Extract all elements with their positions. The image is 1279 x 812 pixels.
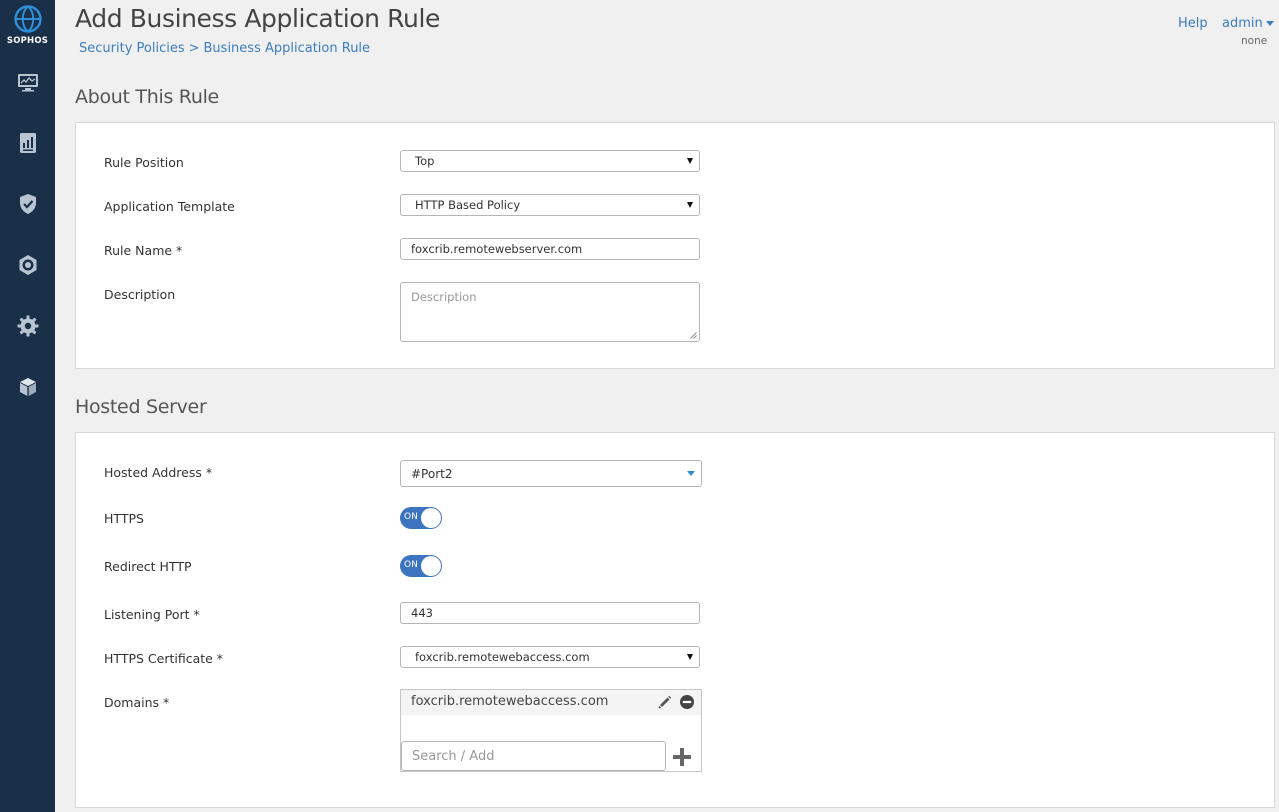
hosted-address-label: Hosted Address *	[104, 465, 213, 480]
https-toggle[interactable]: ON	[400, 507, 442, 529]
user-subtitle: none	[1241, 35, 1268, 47]
rule-position-value: Top	[415, 154, 435, 168]
domains-label: Domains *	[104, 695, 170, 710]
listening-port-label: Listening Port *	[104, 607, 200, 622]
shield-check-icon	[19, 194, 36, 214]
monitor-icon	[17, 74, 38, 92]
user-menu[interactable]: admin	[1222, 16, 1274, 31]
domain-entry: foxcrib.remotewebaccess.com	[401, 690, 701, 715]
https-label: HTTPS	[104, 511, 144, 526]
sidebar-item-packages[interactable]	[0, 367, 55, 407]
rule-position-select[interactable]: Top	[400, 150, 700, 172]
dropdown-arrow-icon	[687, 471, 695, 476]
domain-entry-text: foxcrib.remotewebaccess.com	[411, 694, 609, 709]
user-name: admin	[1222, 16, 1263, 31]
sophos-logo-icon	[13, 5, 42, 33]
sidebar: SOPHOS	[0, 0, 55, 812]
listening-port-value: 443	[411, 606, 433, 620]
resize-grip-icon[interactable]	[690, 332, 697, 339]
about-rule-panel: Rule Position Top Application Template H…	[75, 122, 1275, 369]
pencil-icon[interactable]	[657, 694, 673, 710]
redirect-http-toggle-state: ON	[404, 560, 418, 570]
hosted-address-value: #Port2	[411, 467, 453, 481]
breadcrumb-current[interactable]: Business Application Rule	[204, 41, 371, 56]
application-template-select[interactable]: HTTP Based Policy	[400, 194, 700, 216]
description-label: Description	[104, 287, 176, 302]
sidebar-item-monitor[interactable]	[0, 62, 55, 102]
redirect-http-label: Redirect HTTP	[104, 559, 192, 574]
dropdown-arrow-icon	[687, 158, 693, 164]
sidebar-item-system[interactable]	[0, 306, 55, 346]
section-title-about: About This Rule	[75, 86, 219, 108]
sidebar-item-protect[interactable]	[0, 184, 55, 224]
sidebar-item-configure[interactable]	[0, 245, 55, 285]
sidebar-item-reports[interactable]	[0, 123, 55, 163]
https-certificate-select[interactable]: foxcrib.remotewebaccess.com	[400, 646, 700, 668]
https-certificate-label: HTTPS Certificate *	[104, 651, 224, 666]
toggle-knob	[421, 508, 441, 528]
application-template-value: HTTP Based Policy	[415, 198, 521, 212]
toggle-knob	[421, 556, 441, 576]
reports-icon	[19, 133, 36, 153]
rule-name-value: foxcrib.remotewebserver.com	[411, 242, 583, 256]
remove-icon[interactable]	[679, 694, 695, 710]
hosted-address-select[interactable]: #Port2	[400, 460, 702, 487]
cube-icon	[19, 378, 36, 396]
domain-search-input[interactable]	[401, 741, 666, 771]
page-title: Add Business Application Rule	[75, 4, 440, 33]
https-toggle-state: ON	[404, 512, 418, 522]
brand[interactable]: SOPHOS	[0, 4, 55, 46]
rule-position-label: Rule Position	[104, 155, 184, 170]
section-title-hosted: Hosted Server	[75, 396, 207, 418]
gear-icon	[17, 315, 38, 337]
application-template-label: Application Template	[104, 199, 235, 214]
dropdown-arrow-icon	[687, 202, 693, 208]
description-textarea[interactable]: Description	[400, 282, 700, 342]
description-placeholder: Description	[411, 290, 477, 304]
breadcrumb-security-policies[interactable]: Security Policies	[79, 41, 185, 56]
dropdown-arrow-icon	[687, 654, 693, 660]
rule-name-label: Rule Name *	[104, 243, 183, 258]
https-certificate-value: foxcrib.remotewebaccess.com	[415, 650, 590, 664]
listening-port-input[interactable]: 443	[400, 602, 700, 624]
chevron-down-icon	[1265, 21, 1274, 26]
hosted-server-panel: Hosted Address * #Port2 HTTPS ON Redirec…	[75, 432, 1275, 808]
plus-icon[interactable]	[671, 746, 693, 768]
rule-name-input[interactable]: foxcrib.remotewebserver.com	[400, 238, 700, 260]
protection-gear-icon	[19, 255, 36, 275]
brand-text: SOPHOS	[6, 36, 49, 46]
breadcrumb: Security Policies > Business Application R…	[79, 41, 370, 56]
domains-list: foxcrib.remotewebaccess.com	[400, 689, 702, 772]
redirect-http-toggle[interactable]: ON	[400, 555, 442, 577]
help-link[interactable]: Help	[1178, 16, 1208, 31]
breadcrumb-separator: >	[188, 41, 200, 56]
